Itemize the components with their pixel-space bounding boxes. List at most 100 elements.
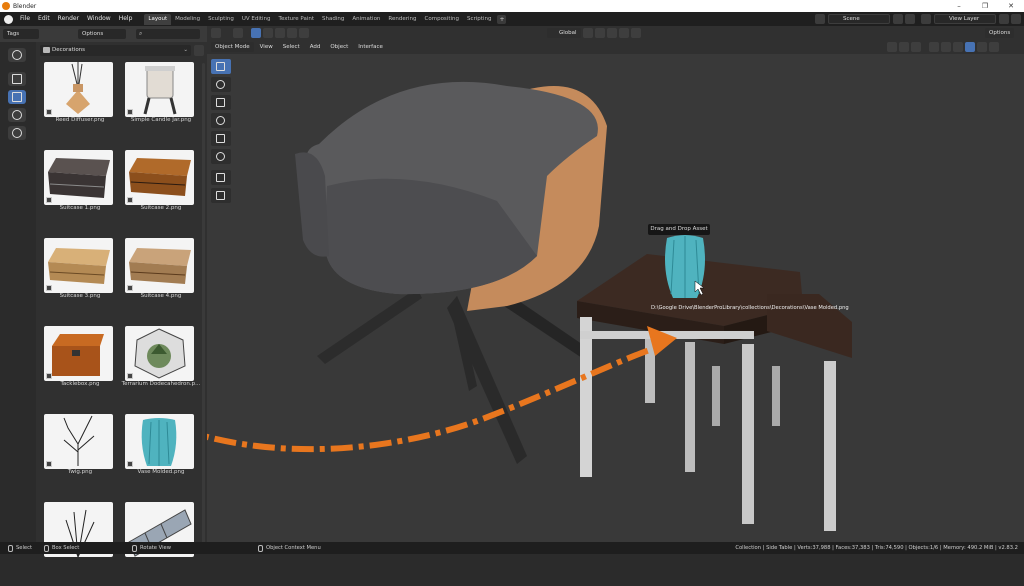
delete-view-layer-icon[interactable] — [1011, 14, 1021, 24]
options-dropdown[interactable]: Options — [78, 29, 126, 39]
delete-scene-icon[interactable] — [905, 14, 915, 24]
measure-tool-icon[interactable] — [211, 188, 231, 203]
minimize-button[interactable]: – — [946, 0, 972, 12]
asset-card[interactable]: Suitcase 3.png — [40, 235, 120, 322]
scale-tool-icon[interactable] — [211, 131, 231, 146]
terrarium-thumbnail — [125, 326, 194, 381]
armchair-model — [295, 81, 607, 464]
asset-card[interactable]: Suitcase 1.png — [40, 147, 120, 234]
proportional-edit-icon[interactable] — [618, 28, 629, 38]
solid-shading-icon[interactable] — [953, 42, 963, 52]
transform-orientation-dropdown[interactable]: Global — [547, 28, 581, 38]
cursor-tool-icon[interactable] — [211, 77, 231, 92]
blender-menu-icon[interactable] — [4, 14, 13, 24]
search-input[interactable] — [136, 29, 200, 39]
editor-type-icon[interactable] — [211, 28, 221, 38]
world-icon[interactable] — [8, 126, 26, 140]
status-bar: Select Box Select Rotate View Object Con… — [0, 542, 1024, 554]
tab-modeling[interactable]: Modeling — [171, 14, 204, 25]
select-invert-icon[interactable] — [287, 28, 297, 38]
xray-icon[interactable] — [929, 42, 939, 52]
blender-logo-icon — [2, 2, 10, 10]
add-workspace-button[interactable]: + — [497, 14, 507, 24]
asset-card[interactable]: Reed Diffuser.png — [40, 59, 120, 146]
asset-card[interactable]: Suitcase 4.png — [121, 235, 201, 322]
material-preview-icon[interactable] — [965, 42, 975, 52]
snap-icon[interactable] — [594, 28, 605, 38]
pivot-point-icon[interactable] — [582, 28, 593, 38]
close-button[interactable]: ✕ — [998, 0, 1024, 12]
annotate-tool-icon[interactable] — [211, 170, 231, 185]
rotate-tool-icon[interactable] — [211, 113, 231, 128]
menu-window[interactable]: Window — [83, 12, 115, 26]
status-select-label: Select — [16, 545, 33, 551]
menu-help[interactable]: Help — [115, 12, 137, 26]
falloff-icon[interactable] — [630, 28, 641, 38]
menu-file[interactable]: File — [16, 12, 34, 26]
visibility-icon[interactable] — [887, 42, 897, 52]
select-extend-icon[interactable] — [263, 28, 273, 38]
object-icon[interactable] — [8, 72, 26, 86]
rendered-shading-icon[interactable] — [977, 42, 987, 52]
collection-icon[interactable] — [8, 90, 26, 104]
select-subtract-icon[interactable] — [275, 28, 285, 38]
filter-icon[interactable] — [194, 45, 204, 56]
3d-viewport[interactable]: Object Mode View Select Add Object Inter… — [207, 26, 1024, 542]
overlay-icon[interactable] — [911, 42, 921, 52]
menu-render[interactable]: Render — [54, 12, 83, 26]
menu-interface[interactable]: Interface — [354, 42, 387, 52]
library-icon[interactable] — [8, 48, 26, 62]
asset-card[interactable]: Vase Molded.png — [121, 411, 201, 498]
menu-edit[interactable]: Edit — [34, 12, 54, 26]
menu-add[interactable]: Add — [306, 42, 325, 52]
category-selector[interactable]: Decorations ⌄ — [40, 45, 191, 56]
asset-sidebar — [0, 42, 36, 542]
viewport-scene — [207, 81, 852, 531]
tab-rendering[interactable]: Rendering — [384, 14, 420, 25]
tab-scripting[interactable]: Scripting — [463, 14, 495, 25]
asset-card[interactable]: Twig.png — [40, 411, 120, 498]
menu-select[interactable]: Select — [279, 42, 304, 52]
select-intersect-icon[interactable] — [299, 28, 309, 38]
select-tool-icon[interactable] — [211, 59, 231, 74]
tab-uv-editing[interactable]: UV Editing — [238, 14, 275, 25]
tab-shading[interactable]: Shading — [318, 14, 348, 25]
shading-options-icon[interactable] — [989, 42, 999, 52]
object-mode-dropdown[interactable]: Object Mode — [211, 42, 254, 52]
asset-card[interactable]: Tacklebox.png — [40, 323, 120, 410]
tab-texture-paint[interactable]: Texture Paint — [275, 14, 319, 25]
tags-dropdown[interactable]: Tags — [3, 29, 39, 39]
scene-selector[interactable]: Scene — [828, 14, 890, 24]
new-view-layer-icon[interactable] — [999, 14, 1009, 24]
wireframe-shading-icon[interactable] — [941, 42, 951, 52]
snap-target-icon[interactable] — [606, 28, 617, 38]
viewport-options-dropdown[interactable]: Options — [985, 28, 1015, 38]
viewport-shading — [887, 40, 1001, 54]
asset-card[interactable]: Simple Candle Jar.png — [121, 59, 201, 146]
maximize-button[interactable]: ❐ — [972, 0, 998, 12]
transform-tool-icon[interactable] — [211, 149, 231, 164]
select-box-mode-icon[interactable] — [251, 28, 261, 38]
window-title: Blender — [13, 2, 37, 10]
scene-icon[interactable] — [815, 14, 825, 24]
menu-object[interactable]: Object — [326, 42, 352, 52]
asset-card[interactable]: Suitcase 2.png — [121, 147, 201, 234]
tacklebox-thumbnail — [44, 326, 113, 381]
workspace-tabs: Layout Modeling Sculpting UV Editing Tex… — [144, 12, 507, 26]
asset-scrollbar[interactable] — [202, 63, 205, 553]
tab-sculpting[interactable]: Sculpting — [204, 14, 238, 25]
material-icon[interactable] — [8, 108, 26, 122]
tab-compositing[interactable]: Compositing — [421, 14, 463, 25]
menu-view[interactable]: View — [256, 42, 277, 52]
vase-molded-thumbnail — [125, 414, 194, 469]
new-scene-icon[interactable] — [893, 14, 903, 24]
viewport-header: Object Mode View Select Add Object Inter… — [207, 26, 1024, 54]
view-layer-selector[interactable]: View Layer — [934, 14, 996, 24]
move-tool-icon[interactable] — [211, 95, 231, 110]
gizmo-icon[interactable] — [899, 42, 909, 52]
asset-card[interactable]: Terrarium Dodecahedron.p... — [121, 323, 201, 410]
tab-animation[interactable]: Animation — [348, 14, 384, 25]
cursor-select-icon[interactable] — [233, 28, 243, 38]
tab-layout[interactable]: Layout — [144, 13, 172, 25]
view-layer-icon[interactable] — [921, 14, 931, 24]
